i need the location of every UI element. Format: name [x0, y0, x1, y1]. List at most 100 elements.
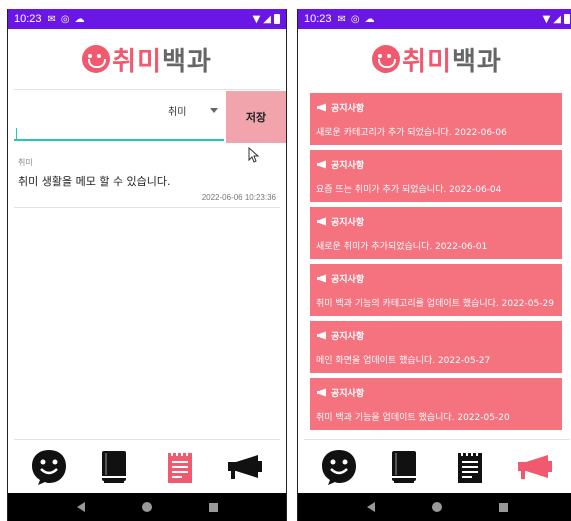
mail-icon: ✉	[337, 13, 346, 25]
nav-notice[interactable]	[513, 445, 557, 489]
status-bar: 10:23 ✉ ◎ ☁ ▼ ◢	[8, 9, 286, 29]
memo-category: 취미	[18, 158, 33, 167]
megaphone-small-icon	[317, 388, 326, 397]
megaphone-icon	[518, 455, 553, 479]
recents-icon[interactable]	[498, 502, 508, 512]
smile-logo-icon	[82, 45, 111, 73]
memo-date: 2022-06-06 10:23:36	[201, 193, 276, 202]
smile-logo-icon	[372, 45, 401, 73]
sync-icon: ◎	[350, 13, 360, 25]
notice-list[interactable]: 공지사항 새로운 카테고리가 추가 되었습니다. 2022-06-06 공지사항…	[310, 93, 562, 435]
book-icon	[102, 451, 127, 483]
save-button[interactable]: 저장	[226, 91, 286, 143]
logo-text: 취미백과	[112, 41, 212, 78]
logo-text: 취미백과	[402, 41, 502, 78]
sync-icon: ◎	[60, 13, 70, 25]
recents-icon[interactable]	[208, 502, 218, 512]
memo-text: 취미 생활을 메모 할 수 있습니다.	[18, 175, 171, 188]
cloud-icon: ☁	[364, 13, 375, 25]
notice-title: 공지사항	[331, 332, 365, 342]
book-icon	[392, 451, 417, 483]
app-header: 취미백과	[8, 29, 286, 89]
app-header: 취미백과	[298, 29, 571, 89]
logo-text-hobby: 취미	[112, 46, 162, 77]
memo-divider	[14, 207, 280, 208]
category-dropdown[interactable]: 취미	[168, 101, 218, 119]
notice-item[interactable]: 공지사항 새로운 카테고리가 추가 되었습니다. 2022-06-06	[310, 93, 562, 145]
home-icon[interactable]	[141, 502, 152, 512]
status-time: 10:23	[304, 13, 332, 25]
battery-icon	[564, 14, 570, 24]
nav-home[interactable]	[27, 445, 71, 489]
status-time: 10:23	[14, 13, 42, 25]
notice-body: 새로운 취미가 추가되었습니다. 2022-06-01	[316, 242, 488, 252]
bottom-nav-divider	[14, 439, 280, 440]
memo-input[interactable]	[14, 121, 224, 141]
nav-home[interactable]	[317, 445, 361, 489]
notice-title: 공지사항	[331, 389, 365, 399]
notice-body: 새로운 카테고리가 추가 되었습니다. 2022-06-06	[316, 128, 507, 138]
android-navigation-bar	[298, 493, 571, 521]
memo-list-item[interactable]: 취미 취미 생활을 메모 할 수 있습니다. 2022-06-06 10:23:…	[14, 157, 280, 207]
category-dropdown-value: 취미	[168, 106, 187, 118]
battery-icon	[274, 14, 280, 24]
back-icon[interactable]	[366, 502, 375, 512]
bottom-nav	[298, 441, 571, 493]
back-icon[interactable]	[76, 502, 85, 512]
home-icon[interactable]	[431, 502, 442, 512]
notice-header: 공지사항	[316, 386, 364, 399]
mail-icon: ✉	[47, 13, 56, 25]
bottom-nav-divider	[304, 439, 570, 440]
notice-header: 공지사항	[316, 215, 364, 228]
megaphone-small-icon	[317, 331, 326, 340]
nav-encyclopedia[interactable]	[92, 445, 136, 489]
logo-text-encyclopedia: 백과	[162, 46, 212, 77]
notice-title: 공지사항	[331, 161, 365, 171]
megaphone-small-icon	[317, 160, 326, 169]
screenshot-root: 10:23 ✉ ◎ ☁ ▼ ◢ 취미백과 취미 저장 취미 취미 생활을 메모 …	[0, 0, 571, 521]
notepad-icon	[457, 451, 482, 483]
notice-item[interactable]: 공지사항 새로운 취미가 추가되었습니다. 2022-06-01	[310, 207, 562, 259]
app-logo: 취미백과	[372, 41, 502, 78]
cloud-icon: ☁	[74, 13, 85, 25]
status-notification-icons: ✉ ◎ ☁	[338, 14, 375, 25]
app-logo: 취미백과	[82, 41, 212, 78]
notice-header: 공지사항	[316, 158, 364, 171]
header-divider	[14, 89, 280, 90]
notice-body: 취미 백과 기능의 카테고리를 업데이트 했습니다. 2022-05-29	[316, 299, 554, 309]
nav-memo[interactable]	[158, 445, 202, 489]
wifi-icon: ▼	[252, 13, 261, 25]
notice-title: 공지사항	[331, 104, 365, 114]
notice-header: 공지사항	[316, 101, 364, 114]
status-system-icons: ▼ ◢	[543, 14, 570, 25]
notice-item[interactable]: 공지사항 취미 백과 기능의 카테고리를 업데이트 했습니다. 2022-05-…	[310, 264, 562, 316]
nav-notice[interactable]	[223, 445, 267, 489]
status-notification-icons: ✉ ◎ ☁	[48, 14, 85, 25]
notepad-icon	[167, 451, 192, 483]
bottom-nav	[8, 441, 286, 493]
megaphone-small-icon	[317, 217, 326, 226]
megaphone-icon	[228, 455, 263, 479]
notice-body: 취미 백과 기능을 업데이트 했습니다. 2022-05-20	[316, 413, 510, 423]
nav-encyclopedia[interactable]	[382, 445, 426, 489]
notice-body: 요즘 뜨는 취미가 추가 되었습니다. 2022-06-04	[316, 185, 502, 195]
smile-chat-icon	[31, 450, 66, 485]
logo-text-encyclopedia: 백과	[452, 46, 502, 77]
nav-memo[interactable]	[448, 445, 492, 489]
text-caret	[16, 128, 17, 140]
status-bar: 10:23 ✉ ◎ ☁ ▼ ◢	[298, 9, 571, 29]
chevron-down-icon	[210, 107, 218, 113]
notice-header: 공지사항	[316, 272, 364, 285]
notice-item[interactable]: 공지사항 요즘 뜨는 취미가 추가 되었습니다. 2022-06-04	[310, 150, 562, 202]
wifi-icon: ▼	[542, 13, 551, 25]
signal-icon: ◢	[263, 13, 271, 25]
notice-header: 공지사항	[316, 329, 364, 342]
notice-item[interactable]: 공지사항 취미 백과 기능을 업데이트 했습니다. 2022-05-20	[310, 378, 562, 430]
notice-body: 메인 화면을 업데이트 했습니다. 2022-05-27	[316, 356, 491, 366]
signal-icon: ◢	[553, 13, 561, 25]
notice-item[interactable]: 공지사항 메인 화면을 업데이트 했습니다. 2022-05-27	[310, 321, 562, 373]
notice-title: 공지사항	[331, 218, 365, 228]
memo-screen: 10:23 ✉ ◎ ☁ ▼ ◢ 취미백과 취미 저장 취미 취미 생활을 메모 …	[7, 9, 287, 521]
android-navigation-bar	[8, 493, 286, 521]
logo-text-hobby: 취미	[402, 46, 452, 77]
